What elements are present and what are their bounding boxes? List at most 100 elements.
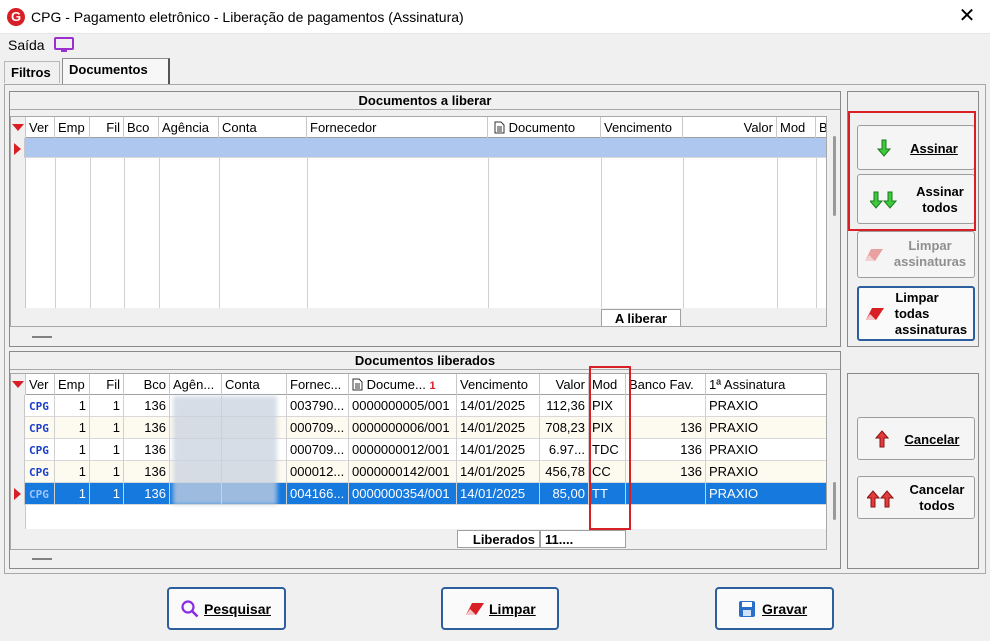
col-emp[interactable]: Emp [55,117,90,138]
limpar-todas-assinaturas-button[interactable]: Limpar todas assinaturas [857,286,975,341]
col-banco-fav[interactable]: Banco Fav. [626,374,706,395]
limpar-todas-label-1: Limpar [895,290,939,305]
cell-valor: 85,00 [540,483,589,505]
table-row[interactable]: CPG 1 1 136 003790... 0000000005/001 14/… [11,395,826,417]
cell-emp: 1 [55,417,90,439]
row-indicator [11,395,25,417]
col-emp[interactable]: Emp [55,374,90,395]
cell-bco: 136 [124,417,170,439]
vertical-scrollbar[interactable] [833,136,836,216]
cell-assinatura: PRAXIO [709,464,759,479]
col-documento[interactable]: Documento [488,117,601,138]
col-valor[interactable]: Valor [540,374,589,395]
liberados-total: 11.... [540,530,626,548]
col-ba[interactable]: Ba [816,117,826,138]
horizontal-scrollbar[interactable] [10,330,827,344]
documentos-liberados-panel: Documentos liberados Ver Emp Fil Bco Agê… [9,351,841,569]
cancelar-button[interactable]: Cancelar [857,417,975,460]
eraser-icon [466,603,484,615]
cell-bco: 136 [124,483,170,505]
cell-fornecedor: 000012... [287,461,349,483]
document-icon [352,378,363,391]
cell-vencimento: 14/01/2025 [457,439,540,461]
col-vencimento[interactable]: Vencimento [457,374,540,395]
col-fornecedor[interactable]: Fornec... [287,374,349,395]
menu-bar: Saída [0,34,990,56]
cell-vencimento: 14/01/2025 [457,395,540,417]
cell-fil: 1 [90,395,124,417]
sort-down-icon [12,124,24,131]
cancelar-todos-button[interactable]: Cancelar todos [857,476,975,519]
table-row[interactable]: CPG 1 1 136 000709... 0000000006/001 14/… [11,417,826,439]
cell-fornecedor: 000709... [287,439,349,461]
column-divider [219,158,220,308]
cancelar-todos-label-1: Cancelar [909,482,965,497]
row-indicator [11,138,25,158]
cell-emp: 1 [55,483,90,505]
pesquisar-button[interactable]: Pesquisar [167,587,286,630]
limpar-assinaturas-label-2: assinaturas [893,254,967,269]
vertical-scrollbar[interactable] [833,482,836,520]
gravar-button[interactable]: Gravar [715,587,834,630]
cell-documento: 0000000354/001 [349,483,457,505]
col-1a-assinatura[interactable]: 1ª Assinatura [706,374,826,395]
col-ver[interactable]: Ver [26,374,55,395]
col-mod[interactable]: Mod [777,117,816,138]
horizontal-scrollbar[interactable] [10,552,827,566]
col-fil[interactable]: Fil [90,374,124,395]
scroll-thumb[interactable] [32,558,52,560]
cell-valor: 6.97... [540,439,589,461]
cpg-tag: CPG [29,422,49,435]
scroll-thumb[interactable] [32,336,52,338]
column-divider [601,158,602,308]
cancelar-label: Cancelar [904,432,960,447]
grid-footer: Liberados 11.... [11,529,826,549]
close-icon[interactable]: ✕ [954,4,980,30]
cell-bco: 136 [124,439,170,461]
cell-banco-fav [626,483,706,505]
col-documento[interactable]: Docume... 1 [349,374,457,395]
panel-title: Documentos liberados [10,352,840,370]
documentos-a-liberar-grid[interactable]: Ver Emp Fil Bco Agência Conta Fornecedor… [10,116,827,327]
limpar-assinaturas-button[interactable]: Limpar assinaturas [857,231,975,278]
a-liberar-summary: A liberar [601,309,681,326]
col-fornecedor[interactable]: Fornecedor [307,117,488,138]
documentos-a-liberar-panel: Documentos a liberar Ver Emp Fil Bco Agê… [9,91,841,347]
tab-filtros[interactable]: Filtros [4,61,60,83]
header-indicator [11,374,26,395]
column-divider [777,158,778,308]
tab-documentos[interactable]: Documentos [62,58,170,85]
col-bco[interactable]: Bco [124,117,159,138]
gravar-label: Gravar [762,601,808,617]
table-row-empty[interactable] [11,138,826,158]
cell-documento: 0000000142/001 [349,461,457,483]
col-ver[interactable]: Ver [26,117,55,138]
grid-header: Ver Emp Fil Bco Agência Conta Fornecedor… [11,117,826,138]
sort-down-icon [12,381,24,388]
grid-footer: A liberar [11,308,826,326]
col-fil[interactable]: Fil [90,117,124,138]
col-valor[interactable]: Valor [683,117,777,138]
menu-saida[interactable]: Saída [8,37,45,53]
highlight-box-mod-column [589,366,631,530]
col-agencia[interactable]: Agên... [170,374,222,395]
col-conta[interactable]: Conta [222,374,287,395]
table-row[interactable]: CPG 1 1 136 000012... 0000000142/001 14/… [11,461,826,483]
monitor-icon[interactable] [54,37,74,53]
cell-valor: 112,36 [540,395,589,417]
col-conta[interactable]: Conta [219,117,307,138]
col-agencia[interactable]: Agência [159,117,219,138]
bottom-toolbar: Pesquisar Limpar Gravar [0,578,990,641]
col-bco[interactable]: Bco [124,374,170,395]
row-indicator [11,483,25,505]
limpar-assinaturas-label-1: Limpar [908,238,952,253]
documentos-liberados-grid[interactable]: Ver Emp Fil Bco Agên... Conta Fornec... … [10,373,827,550]
table-row[interactable]: CPG 1 1 136 000709... 0000000012/001 14/… [11,439,826,461]
table-row-selected[interactable]: CPG 1 1 136 004166... 0000000354/001 14/… [11,483,826,505]
limpar-button[interactable]: Limpar [441,587,559,630]
cpg-tag: CPG [29,400,49,413]
liberados-label: Liberados [457,530,540,548]
col-vencimento[interactable]: Vencimento [601,117,683,138]
cell-fornecedor: 003790... [287,395,349,417]
cell-valor: 708,23 [540,417,589,439]
